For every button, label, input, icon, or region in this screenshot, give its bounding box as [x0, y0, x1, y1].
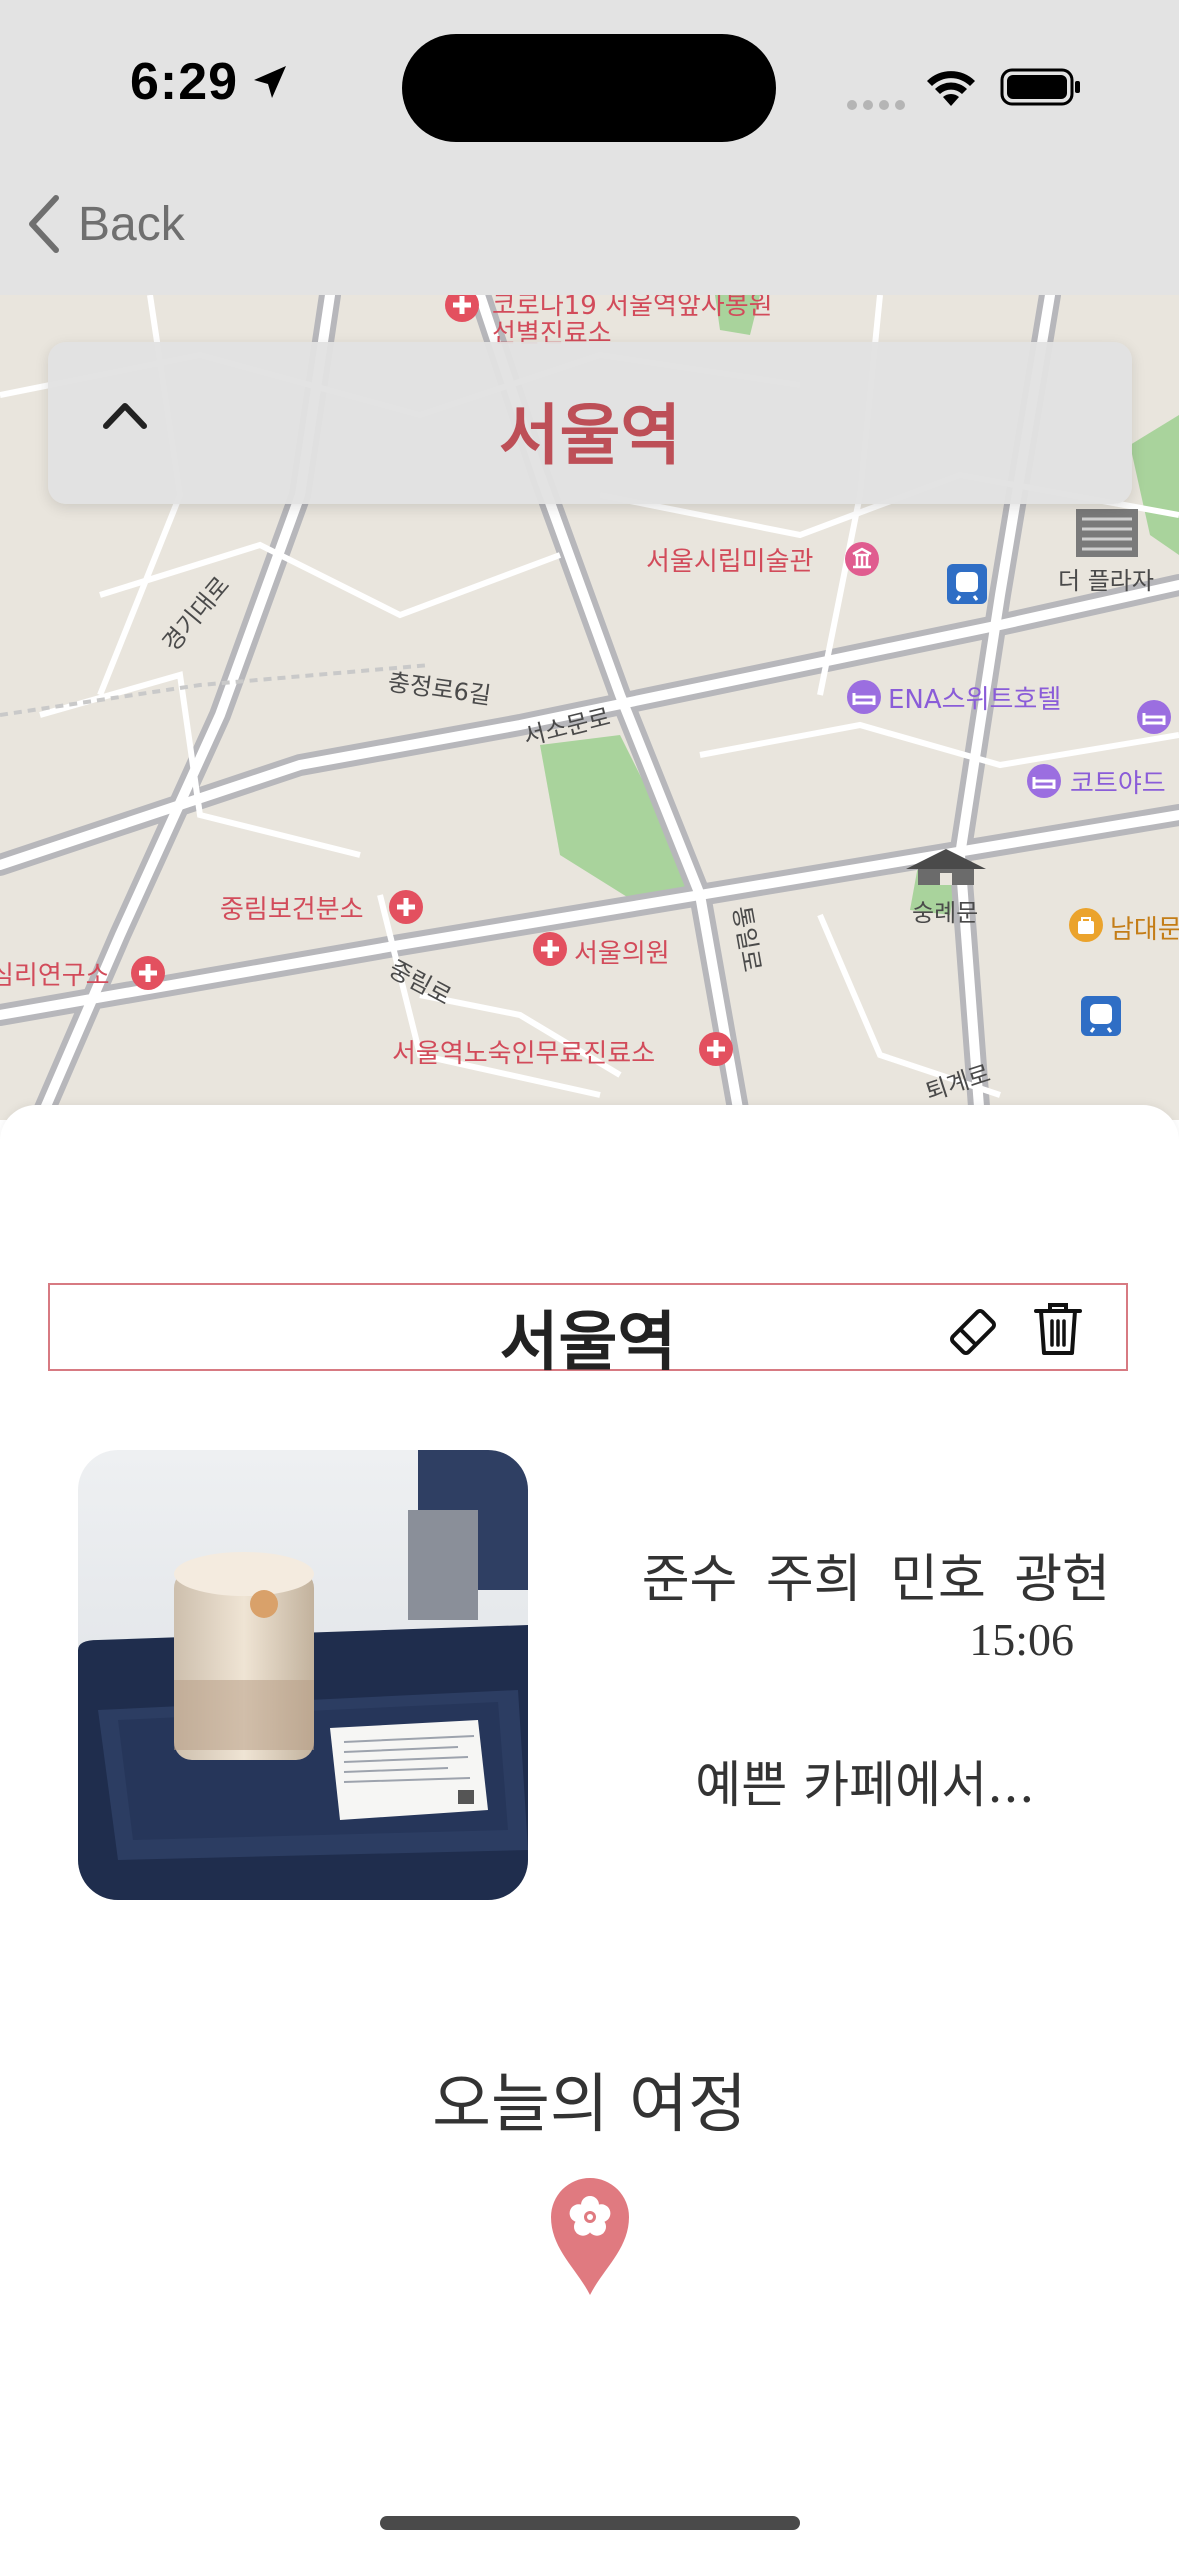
subway-icon[interactable]: [1080, 995, 1122, 1037]
shopping-icon[interactable]: [1068, 907, 1104, 943]
station-title: 서울역: [498, 396, 682, 474]
bottom-sheet[interactable]: 서울역 준수 주희 민호 광현 15:06 예쁜 카페에서... 오늘의 여정: [0, 1105, 1179, 2556]
hotel-icon[interactable]: [846, 679, 882, 715]
hospital-icon[interactable]: [532, 931, 568, 967]
dynamic-island: [402, 34, 776, 142]
building-icon[interactable]: [1072, 505, 1142, 561]
back-button[interactable]: Back: [24, 194, 185, 254]
top-bar: 6:29 Back: [0, 0, 1179, 295]
map-label-courtyard[interactable]: 코트야드: [1070, 763, 1166, 800]
hotel-icon[interactable]: [1136, 699, 1172, 735]
battery-icon: [1000, 66, 1082, 112]
trash-icon[interactable]: [1030, 1299, 1086, 1363]
map-label-plaza[interactable]: 더 플라자: [1058, 561, 1154, 596]
journey-title: 오늘의 여정: [432, 2068, 747, 2142]
back-label: Back: [78, 197, 185, 251]
map-label-sungnyemun[interactable]: 숭례문: [912, 893, 978, 928]
entry-photo[interactable]: [78, 1450, 528, 1900]
entry-time: 15:06: [969, 1614, 1074, 1665]
entry-memo[interactable]: 예쁜 카페에서...: [580, 1745, 1150, 1817]
entry-companions: 준수 주희 민호 광현: [641, 1550, 1110, 1610]
map-label-namdaemun[interactable]: 남대문: [1110, 909, 1179, 946]
map-label-museum[interactable]: 서울시립미술관: [646, 541, 813, 578]
hospital-icon[interactable]: [130, 955, 166, 991]
subway-icon[interactable]: [946, 563, 988, 605]
cellular-signal-icon: [846, 96, 906, 115]
eraser-icon[interactable]: [944, 1303, 1002, 1365]
map-label-seoul-clinic[interactable]: 서울의원: [574, 933, 670, 970]
map-label-hotel[interactable]: ENA스위트호텔: [888, 679, 1061, 716]
cafe-latte-photo: [78, 1450, 528, 1900]
hospital-icon[interactable]: [698, 1031, 734, 1067]
map-label-jungnim[interactable]: 중림보건분소: [220, 889, 364, 926]
hospital-icon[interactable]: [388, 889, 424, 925]
map-label-lab[interactable]: 심리연구소: [0, 955, 110, 992]
landmark-icon[interactable]: [900, 843, 992, 889]
status-time: 6:29: [130, 53, 239, 111]
home-indicator[interactable]: [380, 2516, 800, 2530]
hospital-icon[interactable]: [444, 295, 480, 323]
entry-title-box: 서울역: [48, 1283, 1128, 1380]
flower-pin-icon[interactable]: [547, 2173, 633, 2301]
location-arrow-icon: [250, 62, 290, 106]
map-label-homeless-clinic[interactable]: 서울역노숙인무료진료소: [392, 1033, 655, 1070]
station-header-card[interactable]: 서울역: [48, 342, 1132, 504]
wifi-icon: [924, 66, 978, 112]
chevron-left-icon: [29, 195, 59, 253]
hotel-icon[interactable]: [1026, 763, 1062, 799]
museum-icon[interactable]: [844, 541, 880, 577]
